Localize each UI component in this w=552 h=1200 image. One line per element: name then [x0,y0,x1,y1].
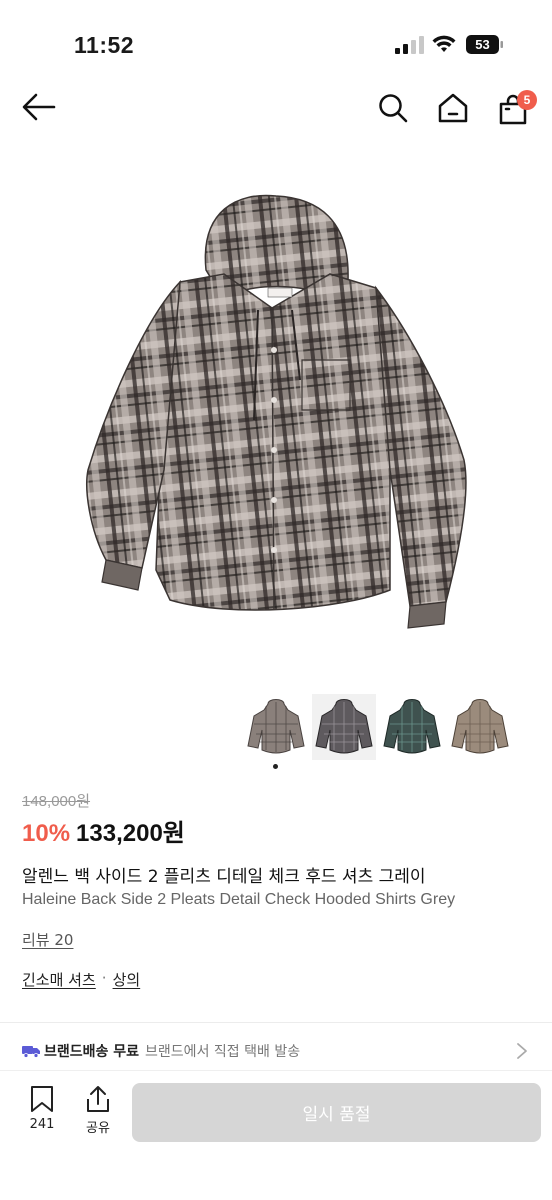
cart-button[interactable]: 5 [497,90,537,126]
bookmark-button[interactable]: 241 [20,1085,64,1137]
thumbnail-3[interactable] [380,694,444,760]
cellular-signal-icon [395,36,424,54]
nav-bar: 5 [0,80,552,136]
back-arrow-icon[interactable] [22,92,56,122]
price-row: 10% 133,200원 [22,813,185,847]
thumbnail-4[interactable] [448,694,512,760]
search-icon[interactable] [377,92,409,124]
product-image[interactable] [60,170,492,650]
status-bar: 11:52 53 [0,0,552,90]
product-title-korean: 알렌느 백 사이드 2 플리츠 디테일 체크 후드 셔츠 그레이 [22,867,426,887]
hooded-shirt-thumbnail-dark-grey [315,699,373,754]
discount-rate: 10% [22,820,71,847]
sale-price: 133,200원 [76,820,185,847]
truck-icon [22,1046,40,1058]
chevron-right-icon [517,1043,527,1059]
sold-out-button[interactable]: 일시 품절 [132,1083,541,1142]
bookmark-count: 241 [29,1117,55,1132]
thumbnail-indicator-dot [273,764,278,769]
battery-level: 53 [475,37,490,52]
category-link-tops[interactable]: 상의 [113,969,141,990]
hooded-shirt-thumbnail-grey [247,699,305,754]
battery-icon: 53 [466,35,504,54]
status-time: 11:52 [74,32,135,58]
shipping-label: 브랜드배송 무료 [44,1044,140,1060]
bookmark-icon [31,1086,53,1112]
share-button[interactable]: 공유 [76,1085,120,1137]
category-separator: · [101,969,107,987]
original-price: 148,000원 [22,793,91,810]
review-link[interactable]: 리뷰 20 [22,929,73,950]
category-link-long-sleeve-shirts[interactable]: 긴소매 셔츠 [22,969,96,990]
bottom-action-bar: 241 공유 일시 품절 [0,1070,552,1200]
home-icon[interactable] [437,92,469,124]
share-label: 공유 [86,1121,110,1136]
thumbnail-2[interactable] [312,694,376,760]
shipping-description: 브랜드에서 직접 택배 발송 [145,1044,301,1060]
hooded-shirt-thumbnail-green [383,699,441,754]
share-icon [87,1086,109,1112]
hooded-shirt-thumbnail-brown [451,699,509,754]
thumbnail-1[interactable] [244,694,308,760]
cart-count-badge: 5 [517,90,537,110]
shipping-info-row[interactable]: 브랜드배송 무료 브랜드에서 직접 택배 발송 [22,1038,534,1064]
section-divider [0,1022,552,1023]
wifi-icon [432,35,456,52]
product-title-english: Haleine Back Side 2 Pleats Detail Check … [22,891,456,908]
image-thumbnails [244,694,534,762]
category-breadcrumb: 긴소매 셔츠 · 상의 [22,969,140,990]
